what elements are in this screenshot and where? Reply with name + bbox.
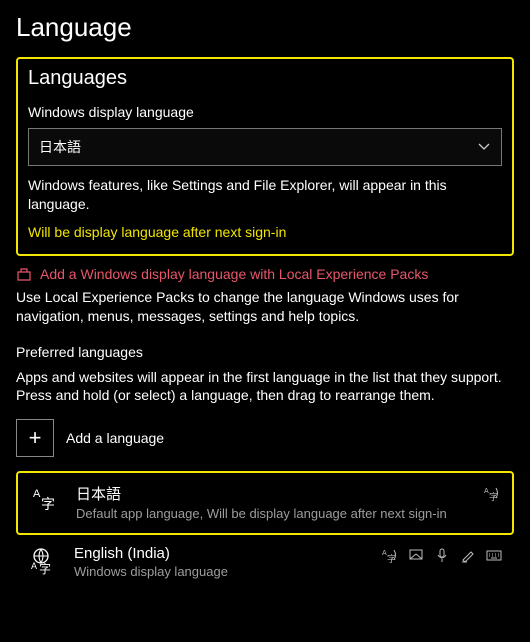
keyboard-icon bbox=[486, 547, 502, 563]
speech-icon bbox=[434, 547, 450, 563]
svg-text:A: A bbox=[33, 488, 41, 500]
add-display-language-link[interactable]: Add a Windows display language with Loca… bbox=[16, 266, 514, 282]
section-heading-languages: Languages bbox=[28, 67, 502, 90]
display-language-pending-note: Will be display language after next sign… bbox=[28, 224, 502, 240]
preferred-languages-description: Apps and websites will appear in the fir… bbox=[16, 368, 514, 406]
display-language-dropdown[interactable]: 日本語 bbox=[28, 128, 502, 166]
chevron-down-icon bbox=[477, 140, 491, 154]
language-item-subtitle: Windows display language bbox=[74, 564, 370, 581]
display-language-selected: 日本語 bbox=[39, 137, 81, 157]
text-to-speech-icon: A字 bbox=[382, 547, 398, 563]
text-to-speech-icon: A字 bbox=[484, 485, 500, 501]
language-item-japanese[interactable]: A字 日本語 Default app language, Will be dis… bbox=[16, 471, 514, 535]
preferred-languages-heading: Preferred languages bbox=[16, 344, 514, 360]
language-glyph-icon: A字 bbox=[30, 483, 64, 513]
handwriting-icon bbox=[460, 547, 476, 563]
add-a-language-button[interactable]: + Add a language bbox=[16, 419, 514, 457]
svg-text:字: 字 bbox=[41, 496, 55, 512]
add-a-language-label: Add a language bbox=[66, 430, 164, 446]
language-item-name: English (India) bbox=[74, 545, 370, 562]
language-item-english-india[interactable]: 字A English (India) Windows display langu… bbox=[16, 535, 514, 591]
page-title: Language bbox=[16, 12, 514, 43]
language-item-subtitle: Default app language, Will be display la… bbox=[76, 506, 472, 523]
svg-text:字: 字 bbox=[39, 561, 51, 575]
plus-icon: + bbox=[16, 419, 54, 457]
globe-language-icon: 字A bbox=[28, 545, 62, 575]
languages-section-highlight: Languages Windows display language 日本語 W… bbox=[16, 57, 514, 256]
store-icon bbox=[16, 266, 32, 282]
display-language-label: Windows display language bbox=[28, 104, 502, 120]
lep-description: Use Local Experience Packs to change the… bbox=[16, 288, 514, 326]
svg-text:A: A bbox=[31, 561, 37, 571]
language-item-name: 日本語 bbox=[76, 483, 472, 504]
region-icon bbox=[408, 547, 424, 563]
add-display-language-link-text: Add a Windows display language with Loca… bbox=[40, 266, 428, 282]
display-language-description: Windows features, like Settings and File… bbox=[28, 176, 502, 214]
